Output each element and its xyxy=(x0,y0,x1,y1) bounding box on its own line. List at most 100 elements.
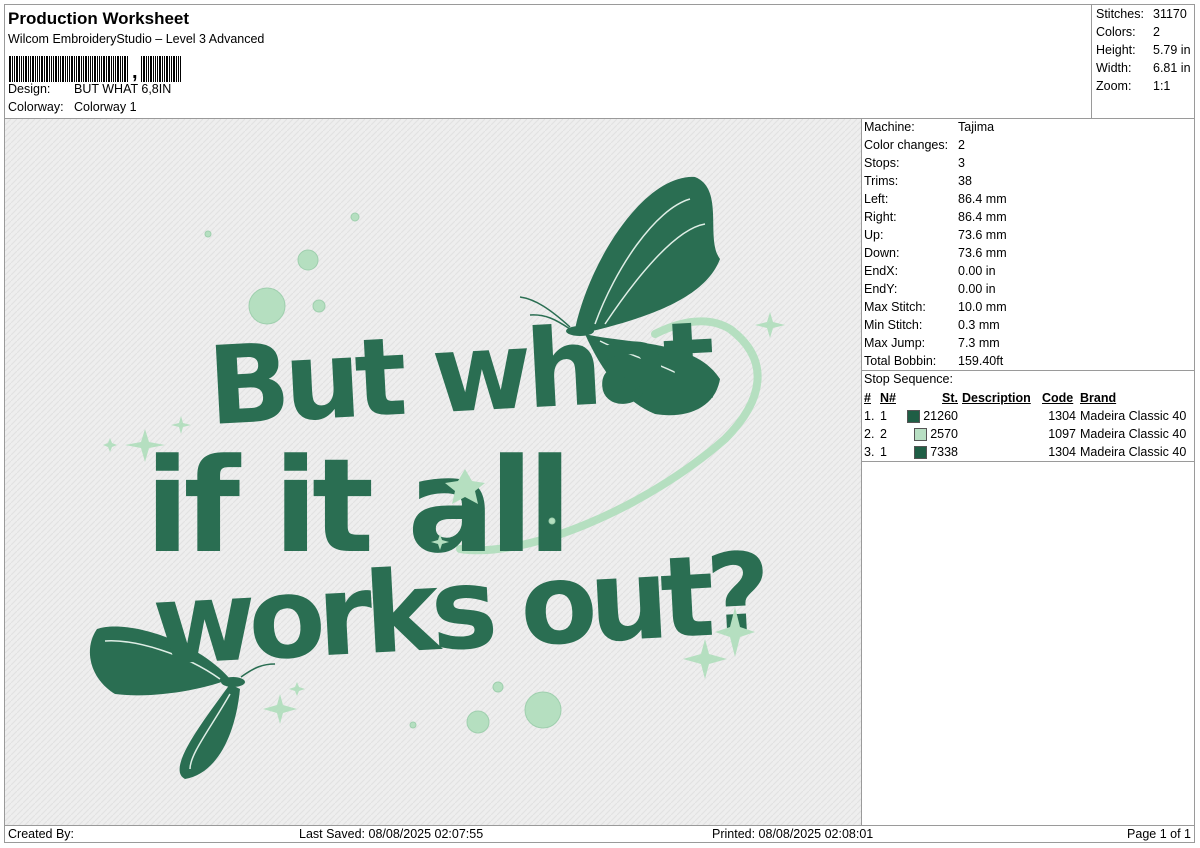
down-row: Down: 73.6 mm xyxy=(864,246,1007,260)
barcode-bar xyxy=(12,56,13,82)
stops-row: Stops: 3 xyxy=(864,156,965,170)
barcode-bar xyxy=(44,56,45,82)
up-value: 73.6 mm xyxy=(958,228,1007,242)
colorway-row: Colorway: Colorway 1 xyxy=(8,100,137,114)
barcode-bar xyxy=(154,56,156,82)
width-label: Width: xyxy=(1096,61,1132,75)
barcode-bar xyxy=(115,56,116,82)
height-row: Height: 5.79 in xyxy=(1096,43,1191,57)
row-description xyxy=(960,425,1040,443)
barcode: , xyxy=(9,52,182,82)
barcode-bar xyxy=(9,56,11,82)
barcode-bar xyxy=(179,56,181,82)
barcode-bar xyxy=(147,56,149,82)
color-swatch xyxy=(913,428,927,442)
row-stitches: 21260 xyxy=(923,408,958,423)
row-needle: 1 xyxy=(880,409,887,423)
barcode-bar xyxy=(78,56,80,82)
down-label: Down: xyxy=(864,246,900,260)
row-code: 1304 xyxy=(1048,409,1076,423)
left-value: 86.4 mm xyxy=(958,192,1007,206)
down-value: 73.6 mm xyxy=(958,246,1007,260)
barcode-bar xyxy=(41,56,43,82)
table-row: 2. 2 2570 1097 Madeira Classic 40 xyxy=(862,425,1188,443)
trims-label: Trims: xyxy=(864,174,899,188)
barcode-bar xyxy=(124,56,126,82)
barcode-bar xyxy=(111,56,112,82)
barcode-bar xyxy=(16,56,18,82)
barcode-bar xyxy=(53,56,54,82)
barcode-bar xyxy=(101,56,102,82)
total-bobbin-row: Total Bobbin: 159.40ft xyxy=(864,354,1003,368)
barcode-bar xyxy=(76,56,77,82)
worksheet-title: Production Worksheet xyxy=(8,9,190,28)
barcode-bar xyxy=(142,56,145,82)
barcode-bar xyxy=(108,56,110,82)
barcode-bar xyxy=(88,56,89,82)
machine-row: Machine: Tajima xyxy=(864,120,994,134)
barcode-bar xyxy=(172,56,175,82)
height-value: 5.79 in xyxy=(1153,43,1191,57)
stop-sequence-table: # N# St. Description Code Brand 1. 1 212… xyxy=(862,389,1188,461)
max-jump-label: Max Jump: xyxy=(864,336,926,350)
colorway-value: Colorway 1 xyxy=(74,100,137,114)
color-swatch xyxy=(913,446,927,460)
right-label: Right: xyxy=(864,210,897,224)
created-by: Created By: xyxy=(8,827,75,841)
design-preview: But what if it all works out? xyxy=(5,119,862,825)
machine-label: Machine: xyxy=(864,120,915,134)
barcode-bar xyxy=(23,56,24,82)
max-jump-row: Max Jump: 7.3 mm xyxy=(864,336,1000,350)
design-value: BUT WHAT 6,8IN xyxy=(74,82,172,96)
software-name: Wilcom EmbroideryStudio – Level 3 Advanc… xyxy=(8,32,265,46)
barcode-bar xyxy=(168,56,170,82)
machine-value: Tajima xyxy=(958,120,995,134)
barcode-bar xyxy=(99,56,100,82)
color-changes-value: 2 xyxy=(958,138,965,152)
left-row: Left: 86.4 mm xyxy=(864,192,1007,206)
barcode-bar xyxy=(65,56,66,82)
worksheet-footer: Created By: Last Saved: 08/08/2025 02:07… xyxy=(5,825,1195,844)
right-value: 86.4 mm xyxy=(958,210,1007,224)
barcode-bar xyxy=(69,56,70,82)
barcode-separator: , xyxy=(132,61,138,83)
worksheet-header: Production Worksheet Wilcom EmbroiderySt… xyxy=(5,5,1091,118)
color-changes-label: Color changes: xyxy=(864,138,949,152)
barcode-bar xyxy=(158,56,161,82)
row-stitches-cell: 21260 xyxy=(900,407,960,425)
barcode-bar xyxy=(25,56,27,82)
min-stitch-row: Min Stitch: 0.3 mm xyxy=(864,318,1000,332)
endx-row: EndX: 0.00 in xyxy=(864,264,996,278)
colors-value: 2 xyxy=(1153,25,1160,39)
stitches-label: Stitches: xyxy=(1096,7,1144,21)
barcode-bar xyxy=(55,56,57,82)
barcode-bar xyxy=(39,56,40,82)
endx-label: EndX: xyxy=(864,264,899,278)
col-index: # xyxy=(864,391,871,405)
left-label: Left: xyxy=(864,192,889,206)
zoom-value: 1:1 xyxy=(1153,79,1171,93)
table-bottom-divider xyxy=(862,461,1195,462)
row-stitches: 7338 xyxy=(930,444,958,459)
barcode-bar xyxy=(67,56,68,82)
barcode-bar xyxy=(127,56,128,82)
colors-row: Colors: 2 xyxy=(1096,25,1160,39)
barcode-bar xyxy=(19,56,20,82)
row-index: 1. xyxy=(864,409,875,423)
endy-value: 0.00 in xyxy=(958,282,996,296)
embroidery-artwork: But what if it all works out? xyxy=(5,119,861,825)
stop-table-header: # N# St. Description Code Brand xyxy=(862,389,1188,407)
stops-label: Stops: xyxy=(864,156,900,170)
stitches-value: 31170 xyxy=(1153,7,1187,21)
row-brand: Madeira Classic 40 xyxy=(1080,445,1187,459)
endx-value: 0.00 in xyxy=(958,264,996,278)
barcode-bar xyxy=(30,56,31,82)
max-stitch-value: 10.0 mm xyxy=(958,300,1007,314)
right-row: Right: 86.4 mm xyxy=(864,210,1007,224)
design-row: Design: BUT WHAT 6,8IN xyxy=(8,82,171,96)
total-bobbin-value: 159.40ft xyxy=(958,354,1004,368)
barcode-bar xyxy=(106,56,107,82)
col-brand: Brand xyxy=(1080,391,1117,405)
page-number: Page 1 of 1 xyxy=(1127,827,1191,841)
artwork-line-1: But what xyxy=(205,299,717,450)
